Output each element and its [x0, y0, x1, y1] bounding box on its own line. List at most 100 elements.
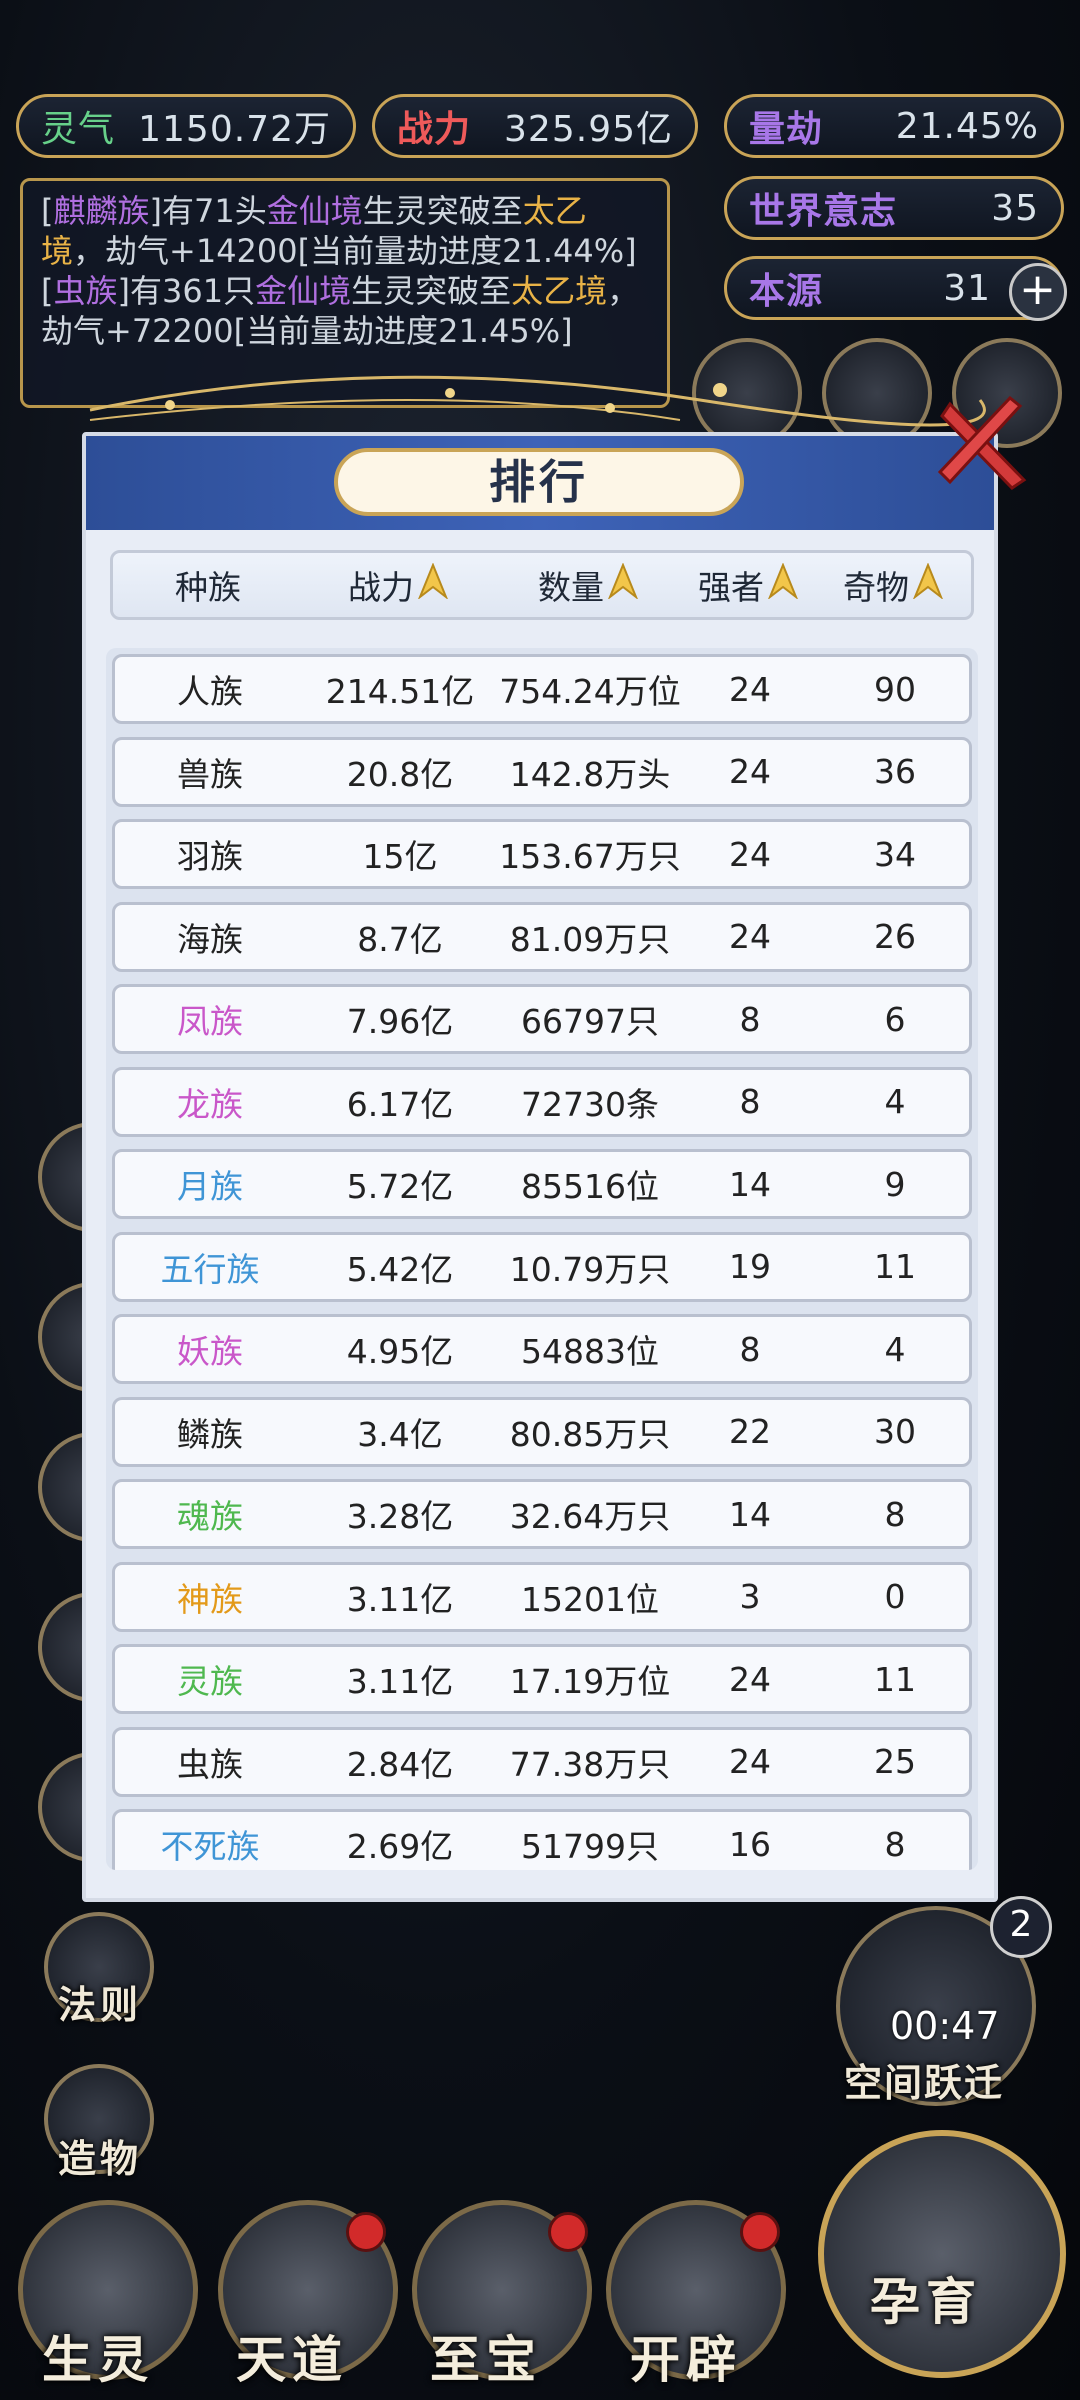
cell-treasure: 4 — [884, 1082, 906, 1121]
table-row[interactable]: 神族 3.11亿 15201位 3 0 — [112, 1561, 972, 1632]
table-row[interactable]: 龙族 6.17亿 72730条 8 4 — [112, 1066, 972, 1137]
cell-strong: 24 — [729, 669, 771, 709]
cell-race: 五行族 — [160, 1249, 260, 1289]
cell-strong: 8 — [739, 999, 761, 1039]
cell-power: 3.28亿 — [346, 1497, 454, 1536]
cell-strong: 24 — [729, 752, 771, 791]
cell-treasure: 36 — [874, 752, 916, 791]
cell-strong: 24 — [729, 917, 771, 956]
cell-count: 153.67万只 — [499, 837, 681, 876]
benyuan-value: 31 — [943, 267, 991, 309]
cell-race: 魂族 — [177, 1497, 243, 1536]
header-treasure-sort[interactable]: 奇物 — [813, 553, 973, 617]
cell-count: 80.85万只 — [509, 1414, 671, 1454]
table-row[interactable]: 月族 5.72亿 85516位 14 9 — [112, 1149, 972, 1219]
liangjie-stat[interactable]: 量劫 21.45% — [724, 94, 1064, 158]
cell-power: 2.69亿 — [346, 1827, 454, 1866]
cell-race: 妖族 — [177, 1332, 243, 1371]
cell-race: 兽族 — [177, 754, 243, 794]
log-entry: [虫族]有361只金仙境生灵突破至太乙境，劫气+72200[当前量劫进度21.4… — [41, 272, 640, 350]
cell-strong: 16 — [729, 1824, 771, 1864]
header-power-sort[interactable]: 战力 — [303, 553, 493, 617]
kongjian-badge: 2 — [990, 1896, 1052, 1958]
header-strong-sort[interactable]: 强者 — [683, 553, 813, 617]
cell-race: 凤族 — [177, 1002, 243, 1041]
header-count-sort[interactable]: 数量 — [493, 553, 683, 617]
close-icon — [937, 395, 1027, 490]
cell-treasure: 11 — [874, 1659, 916, 1699]
kongjian-timer: 00:47 — [890, 2004, 1000, 2048]
cell-treasure: 90 — [874, 669, 916, 709]
cell-strong: 24 — [729, 1742, 771, 1781]
fazi-label: 法则 — [58, 1983, 143, 2027]
cell-count: 51799只 — [521, 1827, 659, 1866]
zhibao-label: 至宝 — [430, 2331, 542, 2389]
cell-count: 15201位 — [521, 1579, 659, 1619]
sort-arrow-icon — [607, 562, 639, 607]
cell-strong: 8 — [739, 1082, 761, 1121]
cell-strong: 8 — [739, 1329, 761, 1369]
cell-race: 月族 — [177, 1167, 243, 1206]
cell-count: 81.09万只 — [509, 919, 671, 959]
zhanli-stat: 战力 325.95亿 — [372, 94, 698, 158]
cell-treasure: 9 — [884, 1164, 906, 1204]
benyuan-add-button[interactable]: + — [1009, 263, 1067, 321]
cell-power: 5.42亿 — [346, 1249, 454, 1289]
table-row[interactable]: 人族 214.51亿 754.24万位 24 90 — [112, 654, 972, 724]
sort-arrow-icon — [767, 562, 799, 607]
cell-count: 85516位 — [521, 1167, 659, 1206]
lingqi-stat: 灵气 1150.72万 — [16, 94, 356, 158]
table-row[interactable]: 海族 8.7亿 81.09万只 24 26 — [112, 901, 972, 972]
cell-treasure: 26 — [874, 917, 916, 956]
benyuan-stat[interactable]: 本源 31 + — [724, 256, 1067, 321]
table-row[interactable]: 凤族 7.96亿 66797只 8 6 — [112, 984, 972, 1054]
cell-power: 2.84亿 — [346, 1744, 454, 1784]
shijie-stat[interactable]: 世界意志 35 — [724, 176, 1064, 240]
yunyu-label: 孕育 — [870, 2273, 982, 2331]
table-row[interactable]: 灵族 3.11亿 17.19万位 24 11 — [112, 1644, 972, 1714]
cell-power: 3.11亿 — [346, 1662, 454, 1701]
modal-title: 排行 — [334, 448, 744, 516]
table-row[interactable]: 五行族 5.42亿 10.79万只 19 11 — [112, 1231, 972, 1302]
zaowu-label: 造物 — [58, 2137, 143, 2181]
table-row[interactable]: 魂族 3.28亿 32.64万只 14 8 — [112, 1479, 972, 1549]
cell-count: 142.8万头 — [509, 754, 671, 794]
kaipi-label: 开辟 — [630, 2331, 742, 2389]
cell-race: 鳞族 — [177, 1414, 243, 1454]
table-row[interactable]: 兽族 20.8亿 142.8万头 24 36 — [112, 736, 972, 807]
decor-thread-lines — [89, 375, 986, 427]
sort-arrow-icon — [912, 562, 944, 607]
cell-treasure: 8 — [884, 1824, 906, 1864]
close-button[interactable] — [936, 395, 1032, 492]
tiandao-notification-dot — [346, 2212, 386, 2252]
cell-race: 虫族 — [177, 1744, 243, 1784]
table-row[interactable]: 鳞族 3.4亿 80.85万只 22 30 — [112, 1396, 972, 1467]
cell-strong: 24 — [729, 1659, 771, 1699]
zhanli-value: 325.95亿 — [504, 109, 673, 150]
cell-race: 人族 — [177, 672, 243, 711]
cell-count: 66797只 — [521, 1002, 659, 1041]
cell-power: 20.8亿 — [346, 754, 454, 794]
cell-treasure: 25 — [874, 1742, 916, 1781]
ranking-list[interactable]: 人族 214.51亿 754.24万位 24 90 兽族 20.8亿 142.8万头 24 36 羽… — [106, 648, 978, 1870]
zhibao-notification-dot — [548, 2212, 588, 2252]
cell-power: 214.51亿 — [325, 672, 475, 711]
table-row[interactable]: 妖族 4.95亿 54883位 8 4 — [112, 1314, 972, 1384]
header-race: 种族 — [175, 568, 241, 607]
cell-treasure: 30 — [874, 1412, 916, 1451]
ranking-modal: 排行 种族 战力 数量 强者 奇物 人族 214.51亿 754.24万位 24 90 兽… — [82, 432, 998, 1902]
shijie-label: 世界意志 — [749, 191, 898, 232]
log-entry: [麒麟族]有71头金仙境生灵突破至太乙境，劫气+14200[当前量劫进度21.4… — [41, 192, 637, 270]
cell-power: 4.95亿 — [346, 1332, 454, 1371]
cell-treasure: 0 — [884, 1577, 906, 1616]
table-row[interactable]: 不死族 2.69亿 51799只 16 8 — [112, 1809, 972, 1870]
cell-race: 灵族 — [177, 1662, 243, 1701]
table-row[interactable]: 羽族 15亿 153.67万只 24 34 — [112, 819, 972, 889]
yunyu-button[interactable] — [818, 2130, 1066, 2378]
cell-power: 3.4亿 — [357, 1414, 443, 1454]
cell-race: 神族 — [177, 1579, 243, 1619]
cell-count: 754.24万位 — [499, 672, 681, 711]
cell-treasure: 34 — [874, 834, 916, 874]
table-row[interactable]: 虫族 2.84亿 77.38万只 24 25 — [112, 1726, 972, 1797]
cell-strong: 19 — [729, 1247, 771, 1286]
